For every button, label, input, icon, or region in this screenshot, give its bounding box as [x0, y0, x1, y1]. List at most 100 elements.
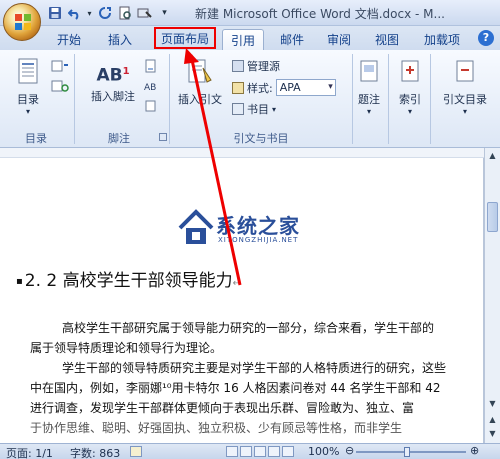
insert-citation-button[interactable]: 插入引文 — [174, 58, 226, 107]
manage-sources-icon — [232, 60, 244, 72]
add-text-icon[interactable] — [50, 58, 70, 72]
next-page-icon[interactable]: ▼ — [487, 428, 498, 440]
bibliography-label: 书目 — [247, 103, 269, 116]
word-count[interactable]: 字数: 863 — [70, 445, 120, 459]
outline-icon[interactable] — [268, 446, 280, 457]
vertical-scrollbar[interactable]: ▲ ▼ ▲ ▼ — [484, 148, 500, 443]
toa-label: 引文目录 — [443, 93, 487, 106]
update-table-icon[interactable] — [50, 78, 70, 92]
section-heading-text: 2. 2 高校学生干部领导能力 — [24, 271, 233, 291]
paragraph-line[interactable]: 学生干部的领导特质研究主要是对学生干部的人格特质进行的研究，这些 — [62, 358, 446, 378]
dropdown-arrow-icon[interactable]: ▾ — [86, 5, 93, 22]
insert-endnote-icon[interactable] — [143, 58, 159, 73]
group-label-citation: 引文与书目 — [233, 132, 289, 145]
zoom-out-icon[interactable]: ⊖ — [345, 444, 354, 457]
section-heading[interactable]: ▪ 2. 2 高校学生干部领导能力↵ — [16, 266, 241, 291]
insert-citation-icon — [188, 59, 212, 83]
zoom-slider-handle[interactable] — [404, 447, 410, 457]
bibliography-button[interactable]: 书目 ▾ — [232, 101, 276, 117]
tab-addins[interactable]: 加载项 — [419, 29, 465, 50]
tab-insert[interactable]: 插入 — [103, 29, 137, 50]
index-button[interactable]: 索引 ▾ — [392, 58, 428, 116]
group-separator — [388, 54, 389, 144]
scroll-up-icon[interactable]: ▲ — [487, 150, 498, 162]
watermark-subtitle: XITONGZHIJIA.NET — [218, 236, 299, 244]
full-screen-icon[interactable] — [240, 446, 252, 457]
insert-footnote-label: 插入脚注 — [91, 90, 135, 103]
print-preview-icon[interactable] — [116, 5, 133, 22]
toc-label: 目录 — [17, 93, 39, 106]
draft-icon[interactable] — [282, 446, 294, 457]
toc-button[interactable]: 目录 ▾ — [8, 58, 48, 116]
style-icon — [232, 81, 244, 94]
bibliography-icon — [232, 103, 244, 115]
caption-icon — [360, 60, 378, 82]
table-of-contents-icon — [18, 58, 38, 84]
watermark: 系统之家 XITONGZHIJIA.NET — [178, 206, 328, 254]
document-area[interactable]: 系统之家 XITONGZHIJIA.NET ▪ 2. 2 高校学生干部领导能力↵ … — [0, 148, 484, 443]
quick-access-toolbar: ▾ ▾ — [46, 4, 173, 22]
prev-page-icon[interactable]: ▲ — [487, 414, 498, 426]
customize-qat-icon[interactable]: ▾ — [156, 5, 173, 22]
scroll-thumb[interactable] — [487, 202, 498, 232]
title-bar: ▾ ▾ 新建 Microsoft Office Word 文档.docx - M… — [0, 0, 500, 26]
paragraph-line[interactable]: 属于领导特质理论和领导行为理论。 — [30, 338, 222, 358]
manage-sources-label: 管理源 — [247, 60, 280, 73]
citation-style-select[interactable]: 样式: APA — [232, 79, 336, 96]
group-separator — [169, 54, 170, 144]
table-of-authorities-button[interactable]: 引文目录 ▾ — [434, 58, 496, 116]
tab-references[interactable]: 引用 — [222, 29, 264, 50]
paragraph-line[interactable]: 进行调查，发现学生干部群体更倾向于表现出乐群、冒险敢为、独立、富 — [30, 398, 414, 418]
show-notes-icon[interactable] — [143, 98, 159, 112]
footnote-superscript: 1 — [122, 66, 130, 77]
tab-mailings[interactable]: 邮件 — [274, 29, 310, 50]
status-bar: 页面: 1/1 字数: 863 100% ⊖ ⊕ — [0, 443, 500, 459]
paragraph-line[interactable]: 于协作思维、聪明、好强固执、独立积极、少有顾忌等性格，而非学生 — [30, 418, 402, 438]
index-icon — [401, 60, 419, 82]
tab-page-layout[interactable]: 页面布局 — [154, 27, 216, 49]
window-title: 新建 Microsoft Office Word 文档.docx - M... — [195, 7, 445, 21]
ribbon-tabs: 开始 插入 页面布局 引用 邮件 审阅 视图 加载项 ? — [0, 26, 500, 50]
zoom-slider-track[interactable] — [356, 451, 466, 453]
save-icon[interactable] — [46, 5, 63, 22]
ruler — [0, 148, 484, 158]
caption-label: 题注 — [358, 93, 380, 106]
paragraph-line[interactable]: 高校学生干部研究属于领导能力研究的一部分，综合来看，学生干部的 — [62, 318, 434, 338]
redo-icon[interactable] — [96, 5, 113, 22]
style-label: 样式: — [247, 81, 273, 95]
paragraph-line[interactable]: 中在国内，例如，李丽娜¹⁰用卡特尔 16 人格因素问卷对 44 名学生干部和 4… — [30, 378, 441, 398]
office-logo-icon — [15, 14, 31, 30]
chevron-down-icon: ▾ — [272, 104, 277, 114]
manage-sources-button[interactable]: 管理源 — [232, 58, 280, 74]
undo-icon[interactable] — [66, 5, 83, 22]
proofing-icon[interactable] — [130, 446, 142, 457]
word-window: ▾ ▾ 新建 Microsoft Office Word 文档.docx - M… — [0, 0, 500, 459]
tab-view[interactable]: 视图 — [370, 29, 404, 50]
page-count[interactable]: 页面: 1/1 — [6, 445, 53, 459]
insert-footnote-button[interactable]: AB1 插入脚注 — [82, 58, 144, 104]
ribbon-references: 目录 ▾ 目录 AB1 插入脚注 AB 脚注 插入引文 管理源 样式: APA … — [0, 50, 500, 148]
zoom-level[interactable]: 100% — [308, 445, 339, 458]
caption-button[interactable]: 题注 ▾ — [354, 58, 384, 116]
help-icon[interactable]: ? — [478, 30, 494, 46]
svg-text:AB: AB — [144, 83, 156, 93]
group-label-toc: 目录 — [25, 132, 47, 145]
group-separator — [352, 54, 353, 144]
group-separator — [74, 54, 75, 144]
tab-home[interactable]: 开始 — [52, 29, 86, 50]
touch-icon[interactable] — [136, 5, 153, 22]
next-footnote-icon[interactable]: AB — [143, 78, 159, 93]
table-of-authorities-icon — [456, 60, 474, 82]
print-layout-icon[interactable] — [226, 446, 238, 457]
footnote-ab-text: AB — [96, 65, 123, 86]
style-combo[interactable]: APA — [275, 79, 336, 96]
office-button[interactable] — [3, 3, 41, 41]
tab-review[interactable]: 审阅 — [322, 29, 356, 50]
footnote-icon: AB1 — [93, 58, 133, 86]
dialog-launcher-icon[interactable] — [159, 133, 167, 141]
scroll-down-icon[interactable]: ▼ — [487, 398, 498, 410]
zoom-in-icon[interactable]: ⊕ — [470, 444, 479, 457]
web-layout-icon[interactable] — [254, 446, 266, 457]
house-logo-icon — [178, 209, 214, 244]
insert-citation-label: 插入引文 — [178, 93, 222, 106]
